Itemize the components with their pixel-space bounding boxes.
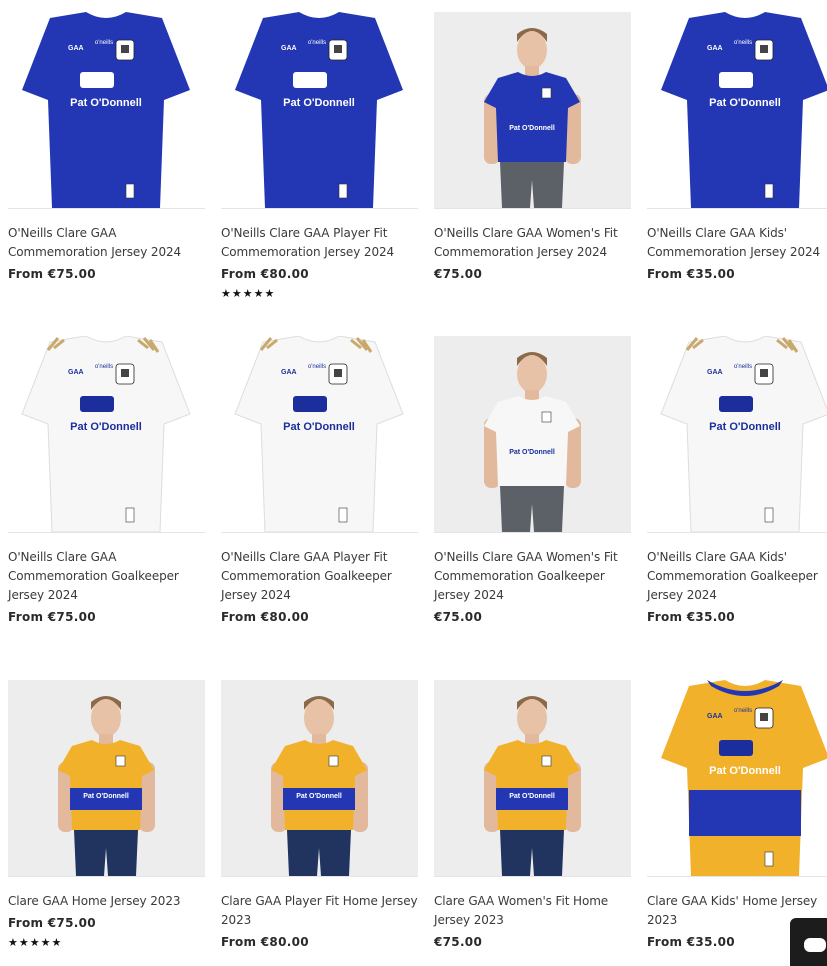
product-price: €75.00 [434,610,483,624]
product-image[interactable]: GAA o'neills Pat O'Donnell [647,12,827,209]
svg-text:Pat O'Donnell: Pat O'Donnell [509,449,555,456]
star-icon: ★ [51,936,62,949]
product-title[interactable]: O'Neills Clare GAA Commemoration Jersey … [8,224,205,262]
product-card[interactable]: GAA o'neills Pat O'Donnell O'Neills Clare G… [221,336,418,624]
product-image[interactable]: GAA o'neills Pat O'Donnell [221,12,418,209]
product-image[interactable]: GAA o'neills Pat O'Donnell [647,336,827,533]
product-image[interactable]: Pat O'Donnell [8,680,205,877]
product-price: From €75.00 [8,267,96,281]
product-card[interactable]: Pat O'Donnell Clare GAA Player Fit Home J… [221,680,418,949]
product-image[interactable]: GAA o'neills Pat O'Donnell [8,336,205,533]
rating-stars: ★ ★ ★ ★ ★ [8,937,205,948]
product-card[interactable]: Pat O'Donnell Clare GAA Women's Fit Home … [434,680,631,949]
svg-text:o'neills: o'neills [308,364,326,370]
svg-text:o'neills: o'neills [734,708,752,714]
product-image[interactable]: GAA o'neills Pat O'Donnell [221,336,418,533]
product-price: From €75.00 [8,916,96,930]
product-image[interactable]: GAA o'neills Pat O'Donnell [647,680,827,877]
product-title[interactable]: O'Neills Clare GAA Kids' Commemoration J… [647,224,827,262]
svg-text:o'neills: o'neills [95,364,113,370]
svg-text:o'neills: o'neills [734,40,752,46]
product-image[interactable]: Pat O'Donnell [221,680,418,877]
svg-text:o'neills: o'neills [734,364,752,370]
star-icon: ★ [8,936,18,949]
svg-text:o'neills: o'neills [95,40,113,46]
svg-text:Pat O'Donnell: Pat O'Donnell [709,765,781,777]
product-title[interactable]: O'Neills Clare GAA Kids' Commemoration G… [647,548,827,605]
star-icon: ★ [29,936,40,949]
product-card[interactable]: GAA o'neills Pat O'Donnell O'Neills Clare G… [8,336,205,624]
product-card[interactable]: Pat O'Donnell Clare GAA Home Jersey 2023 F… [8,680,205,948]
star-icon: ★ [231,287,242,300]
product-title[interactable]: O'Neills Clare GAA Player Fit Commemorat… [221,224,418,262]
svg-text:Pat O'Donnell: Pat O'Donnell [509,125,555,132]
star-icon: ★ [242,287,253,300]
svg-text:o'neills: o'neills [308,40,326,46]
svg-text:Pat O'Donnell: Pat O'Donnell [283,421,355,433]
product-price: €75.00 [434,935,483,949]
chat-bubble-icon [804,938,826,952]
product-title[interactable]: Clare GAA Women's Fit Home Jersey 2023 [434,892,631,930]
product-title[interactable]: O'Neills Clare GAA Player Fit Commemorat… [221,548,418,605]
star-icon: ★ [221,287,231,300]
product-price: From €75.00 [8,610,96,624]
chat-button[interactable] [790,918,827,966]
product-card[interactable]: GAA o'neills Pat O'Donnell O'Neills Clare G… [221,12,418,299]
product-card[interactable]: Pat O'Donnell O'Neills Clare GAA Women's … [434,12,631,281]
product-grid: GAA o'neills Pat O'Donnell O'Neills Clare G… [0,0,827,960]
product-title[interactable]: Clare GAA Home Jersey 2023 [8,892,205,911]
svg-text:Pat O'Donnell: Pat O'Donnell [709,421,781,433]
svg-text:GAA: GAA [707,45,723,52]
svg-text:GAA: GAA [707,369,723,376]
svg-text:Pat O'Donnell: Pat O'Donnell [83,793,129,800]
star-icon: ★ [18,936,29,949]
svg-text:Pat O'Donnell: Pat O'Donnell [709,97,781,109]
rating-stars: ★ ★ ★ ★ ★ [221,288,418,299]
product-card[interactable]: Pat O'Donnell O'Neills Clare GAA Women's … [434,336,631,624]
svg-text:Pat O'Donnell: Pat O'Donnell [509,793,555,800]
star-icon: ★ [264,287,275,300]
product-card[interactable]: GAA o'neills Pat O'Donnell Clare GAA Kids' … [647,680,827,949]
svg-text:GAA: GAA [281,369,297,376]
svg-text:Pat O'Donnell: Pat O'Donnell [70,421,142,433]
product-card[interactable]: GAA o'neills Pat O'Donnell O'Neills Clare G… [8,12,205,281]
product-title[interactable]: O'Neills Clare GAA Women's Fit Commemora… [434,224,631,262]
product-title[interactable]: O'Neills Clare GAA Women's Fit Commemora… [434,548,631,605]
product-price: From €80.00 [221,267,309,281]
star-icon: ★ [40,936,51,949]
product-title[interactable]: Clare GAA Player Fit Home Jersey 2023 [221,892,418,930]
product-image[interactable]: Pat O'Donnell [434,12,631,209]
product-card[interactable]: GAA o'neills Pat O'Donnell O'Neills Clare G… [647,12,827,281]
svg-text:GAA: GAA [68,369,84,376]
product-price: From €80.00 [221,610,309,624]
product-title[interactable]: O'Neills Clare GAA Commemoration Goalkee… [8,548,205,605]
svg-text:GAA: GAA [707,713,723,720]
svg-text:Pat O'Donnell: Pat O'Donnell [70,97,142,109]
svg-text:Pat O'Donnell: Pat O'Donnell [283,97,355,109]
product-image[interactable]: GAA o'neills Pat O'Donnell [8,12,205,209]
svg-text:Pat O'Donnell: Pat O'Donnell [296,793,342,800]
product-price: From €80.00 [221,935,309,949]
product-price: €75.00 [434,267,483,281]
product-price: From €35.00 [647,610,735,624]
star-icon: ★ [253,287,264,300]
product-image[interactable]: Pat O'Donnell [434,336,631,533]
svg-text:GAA: GAA [281,45,297,52]
svg-text:GAA: GAA [68,45,84,52]
product-card[interactable]: GAA o'neills Pat O'Donnell O'Neills Clare G… [647,336,827,624]
product-price: From €35.00 [647,267,735,281]
product-image[interactable]: Pat O'Donnell [434,680,631,877]
